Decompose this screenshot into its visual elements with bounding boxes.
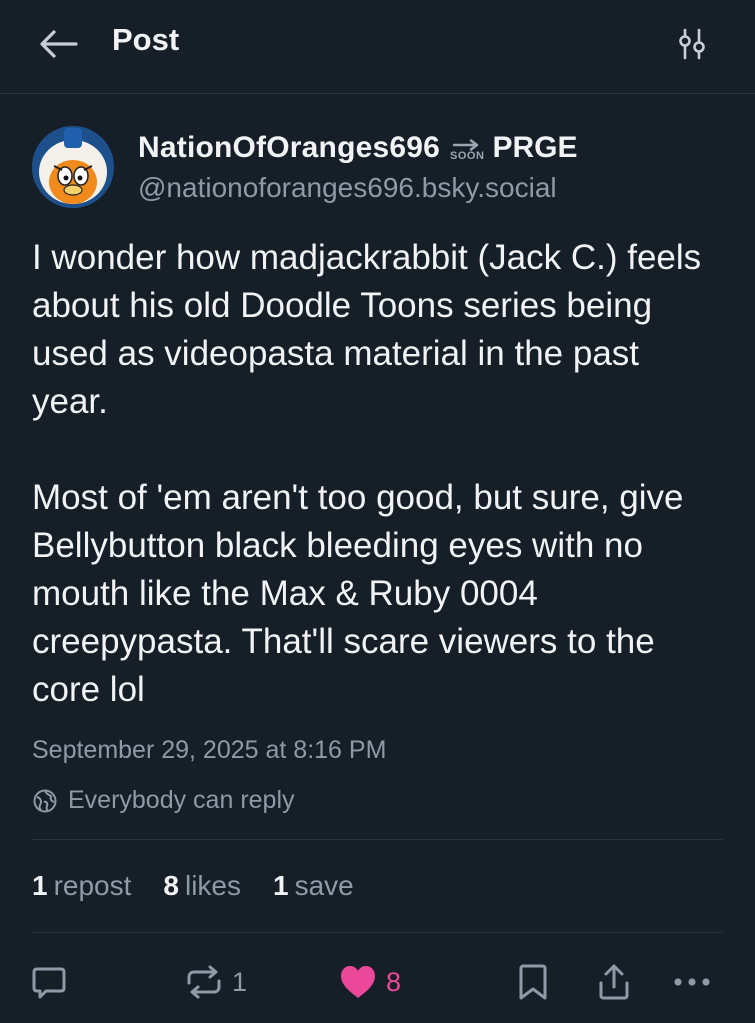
- post-thread-screen: Post NationOfOranges696 SOON PRGE @natio…: [0, 0, 755, 1023]
- ellipsis-icon: [674, 978, 710, 986]
- like-action-count: 8: [386, 966, 402, 997]
- soon-badge: SOON: [450, 138, 485, 162]
- post-paragraph: I wonder how madjackrabbit (Jack C.) fee…: [32, 238, 702, 421]
- avatar[interactable]: [32, 126, 114, 208]
- share-icon: [599, 964, 629, 1000]
- saves-stat[interactable]: 1 save: [273, 870, 354, 902]
- globe-icon: [32, 788, 58, 814]
- arrow-left-icon: [40, 30, 78, 58]
- saves-label: save: [294, 870, 354, 901]
- thread-options-button[interactable]: [672, 24, 712, 64]
- reposts-stat[interactable]: 1 repost: [32, 870, 131, 902]
- bookmark-icon: [519, 964, 547, 1000]
- more-options-button[interactable]: [672, 958, 712, 1006]
- soon-badge-label: SOON: [450, 149, 485, 162]
- divider: [32, 932, 723, 933]
- reply-setting-label: Everybody can reply: [68, 786, 295, 814]
- likes-stat[interactable]: 8 likes: [163, 870, 241, 902]
- sliders-icon: [679, 28, 705, 60]
- arrow-right-icon: [453, 138, 479, 151]
- post-paragraph: Most of 'em aren't too good, but sure, g…: [32, 478, 684, 709]
- top-bar: Post: [0, 0, 755, 94]
- likes-count: 8: [163, 870, 179, 901]
- author-handle[interactable]: @nationoforanges696.bsky.social: [138, 172, 557, 204]
- like-button[interactable]: 8: [338, 958, 401, 1006]
- repost-action-count: 1: [232, 966, 248, 997]
- reposts-count: 1: [32, 870, 48, 901]
- author-display-suffix: PRGE: [492, 131, 578, 164]
- chat-bubble-icon: [32, 967, 66, 999]
- bookmark-button[interactable]: [516, 958, 550, 1006]
- heart-icon: [341, 966, 375, 998]
- repost-icon: [187, 965, 221, 999]
- reposts-label: repost: [53, 870, 132, 901]
- reply-setting[interactable]: Everybody can reply: [32, 786, 295, 815]
- likes-label: likes: [184, 870, 241, 901]
- author-display-name: NationOfOranges696: [138, 131, 441, 164]
- post-stats: 1 repost 8 likes 1 save: [32, 870, 386, 902]
- share-button[interactable]: [596, 958, 632, 1006]
- divider: [32, 839, 723, 840]
- saves-count: 1: [273, 870, 289, 901]
- author-name-row[interactable]: NationOfOranges696 SOON PRGE: [138, 128, 577, 168]
- repost-button[interactable]: 1: [184, 958, 247, 1006]
- post-text: I wonder how madjackrabbit (Jack C.) fee…: [32, 234, 722, 714]
- back-button[interactable]: [36, 24, 80, 64]
- page-title: Post: [112, 22, 180, 57]
- reply-button[interactable]: [30, 958, 68, 1006]
- avatar-image: [32, 126, 114, 208]
- post-timestamp: September 29, 2025 at 8:16 PM: [32, 736, 387, 764]
